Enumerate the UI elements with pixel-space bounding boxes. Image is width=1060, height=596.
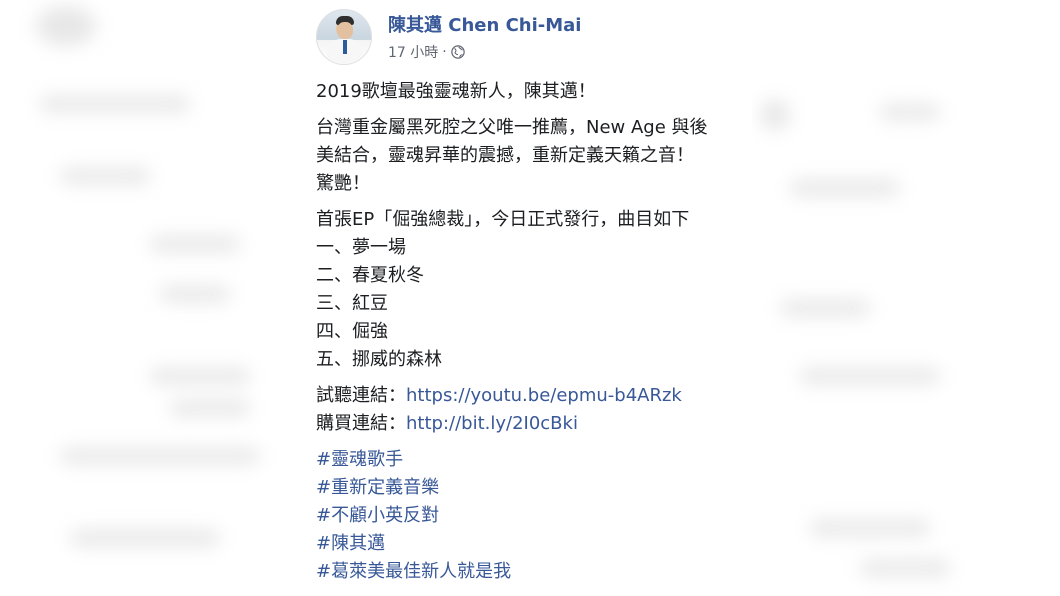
- post-timestamp[interactable]: 17 小時: [388, 42, 438, 62]
- description-line: 台灣重金屬黑死腔之父唯一推薦，New Age 與後: [316, 117, 708, 138]
- description-line: 美結合，靈魂昇華的震撼，重新定義天籟之音！: [316, 145, 694, 166]
- track-item: 四、倔強: [316, 321, 388, 342]
- avatar[interactable]: [316, 9, 372, 65]
- listen-link-line: 試聽連結：https://youtu.be/epmu-b4ARzk: [316, 382, 752, 410]
- right-edge-fade: [746, 0, 752, 596]
- author-name[interactable]: 陳其邁 Chen Chi-Mai: [388, 11, 581, 37]
- track-item: 五、挪威的森林: [316, 349, 442, 370]
- track-item: 二、春夏秋冬: [316, 265, 424, 286]
- hashtag-link[interactable]: #重新定義音樂: [316, 474, 752, 502]
- track-item: 三、紅豆: [316, 293, 388, 314]
- headline-text: 2019歌壇最強靈魂新人，陳其邁！: [316, 81, 596, 102]
- meta-separator: ·: [442, 44, 447, 60]
- buy-link-line: 購買連結：http://bit.ly/2I0cBki: [316, 410, 752, 438]
- listen-link[interactable]: https://youtu.be/epmu-b4ARzk: [406, 385, 682, 406]
- ep-intro-text: 首張EP「倔強總裁」，今日正式發行，曲目如下: [316, 209, 690, 230]
- listen-label: 試聽連結：: [316, 385, 406, 406]
- buy-link[interactable]: http://bit.ly/2I0cBki: [406, 413, 578, 434]
- post-header: 陳其邁 Chen Chi-Mai 17 小時 ·: [316, 6, 746, 66]
- hashtag-link[interactable]: #靈魂歌手: [316, 446, 752, 474]
- hashtag-link[interactable]: #陳其邁: [316, 530, 752, 558]
- post-body: 2019歌壇最強靈魂新人，陳其邁！ 台灣重金屬黑死腔之父唯一推薦，New Age…: [316, 78, 752, 586]
- hashtag-link[interactable]: #不顧小英反對: [316, 502, 752, 530]
- track-item: 一、夢一場: [316, 237, 406, 258]
- globe-icon[interactable]: [450, 45, 465, 59]
- hashtag-link[interactable]: #葛萊美最佳新人就是我: [316, 558, 752, 586]
- facebook-post: 陳其邁 Chen Chi-Mai 17 小時 · 2019歌壇最強靈魂新人，陳其…: [304, 0, 752, 596]
- buy-label: 購買連結：: [316, 413, 406, 434]
- description-line: 驚艷！: [316, 173, 370, 194]
- post-meta: 17 小時 ·: [388, 42, 465, 62]
